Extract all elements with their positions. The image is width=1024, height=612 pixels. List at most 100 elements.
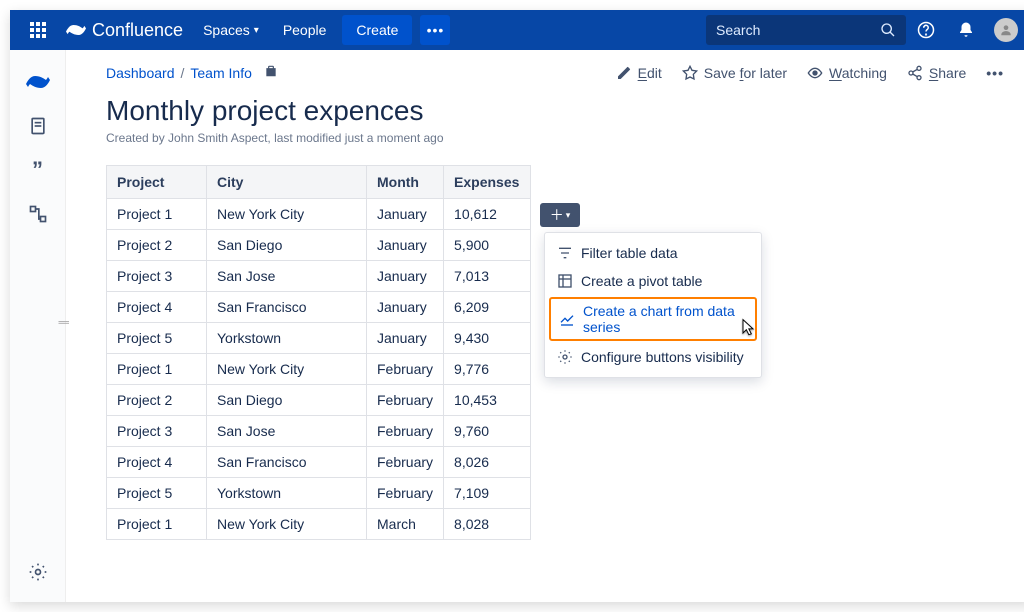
col-city: City	[207, 166, 367, 199]
confluence-logo[interactable]: Confluence	[66, 20, 183, 41]
expenses-table: Project City Month Expenses Project 1New…	[106, 165, 531, 540]
settings-gear-icon[interactable]	[18, 552, 58, 592]
cell-project: Project 4	[107, 292, 207, 323]
menu-create-pivot[interactable]: Create a pivot table	[545, 267, 761, 295]
space-logo-icon[interactable]	[18, 62, 58, 102]
page-byline: Created by John Smith Aspect, last modif…	[106, 131, 1004, 145]
cell-project: Project 5	[107, 478, 207, 509]
chart-icon	[559, 311, 575, 327]
cell-expenses: 5,900	[444, 230, 531, 261]
table-row: Project 3San JoseJanuary7,013	[107, 261, 531, 292]
save-for-later-button[interactable]: Save for later	[682, 65, 787, 81]
table-row: Project 4San FranciscoFebruary8,026	[107, 447, 531, 478]
gear-icon	[557, 349, 573, 365]
blog-icon[interactable]: ”	[18, 150, 58, 190]
help-icon[interactable]	[910, 14, 942, 46]
filter-icon	[557, 245, 573, 261]
cell-city: San Diego	[207, 230, 367, 261]
breadcrumb: Dashboard / Team Info	[106, 64, 278, 81]
cell-expenses: 6,209	[444, 292, 531, 323]
left-sidebar: ”	[10, 50, 66, 602]
menu-create-chart[interactable]: Create a chart from data series	[549, 297, 757, 341]
col-expenses: Expenses	[444, 166, 531, 199]
cell-month: March	[367, 509, 444, 540]
cell-month: January	[367, 230, 444, 261]
cell-expenses: 7,109	[444, 478, 531, 509]
table-row: Project 1New York CityFebruary9,776	[107, 354, 531, 385]
cell-project: Project 1	[107, 199, 207, 230]
table-row: Project 2San DiegoFebruary10,453	[107, 385, 531, 416]
cell-project: Project 2	[107, 385, 207, 416]
cell-month: February	[367, 478, 444, 509]
share-button[interactable]: Share	[907, 65, 966, 81]
cell-city: San Francisco	[207, 292, 367, 323]
top-navigation-bar: Confluence Spaces▾ People Create ••• Sea…	[10, 10, 1024, 50]
cell-project: Project 3	[107, 416, 207, 447]
cell-expenses: 9,430	[444, 323, 531, 354]
cell-city: San Francisco	[207, 447, 367, 478]
restrictions-icon[interactable]	[264, 64, 278, 81]
cell-month: January	[367, 261, 444, 292]
page-title: Monthly project expences	[106, 95, 1004, 127]
cell-month: February	[367, 354, 444, 385]
cell-month: January	[367, 199, 444, 230]
cell-city: Yorkstown	[207, 478, 367, 509]
app-switcher-icon[interactable]	[26, 18, 50, 42]
nav-spaces[interactable]: Spaces▾	[191, 10, 271, 50]
more-actions-button[interactable]: •••	[420, 15, 450, 45]
col-project: Project	[107, 166, 207, 199]
edit-button[interactable]: Edit	[616, 65, 662, 81]
page-actions-toolbar: Edit Save for later Watching Share •••	[616, 65, 1004, 81]
cell-project: Project 5	[107, 323, 207, 354]
pivot-table-icon	[557, 273, 573, 289]
cell-project: Project 4	[107, 447, 207, 478]
cell-month: February	[367, 447, 444, 478]
menu-filter-table[interactable]: Filter table data	[545, 239, 761, 267]
cell-expenses: 7,013	[444, 261, 531, 292]
create-button[interactable]: Create	[342, 15, 412, 45]
notifications-icon[interactable]	[950, 14, 982, 46]
chevron-down-icon: ▾	[254, 25, 259, 36]
profile-avatar[interactable]	[990, 14, 1022, 46]
cell-project: Project 1	[107, 354, 207, 385]
cell-city: New York City	[207, 354, 367, 385]
tree-icon[interactable]	[18, 194, 58, 234]
table-row: Project 2San DiegoJanuary5,900	[107, 230, 531, 261]
cell-month: January	[367, 292, 444, 323]
cell-city: New York City	[207, 199, 367, 230]
table-add-menu-trigger[interactable]: ＋▾	[540, 203, 580, 227]
nav-people[interactable]: People	[271, 10, 339, 50]
cell-project: Project 1	[107, 509, 207, 540]
table-row: Project 1New York CityJanuary10,612	[107, 199, 531, 230]
menu-configure-buttons[interactable]: Configure buttons visibility	[545, 343, 761, 371]
breadcrumb-team-info[interactable]: Team Info	[190, 65, 251, 81]
table-row: Project 4San FranciscoJanuary6,209	[107, 292, 531, 323]
cell-city: Yorkstown	[207, 323, 367, 354]
table-add-dropdown-menu: Filter table data Create a pivot table C…	[544, 232, 762, 378]
page-more-actions[interactable]: •••	[986, 65, 1004, 81]
product-name: Confluence	[92, 20, 183, 41]
chevron-down-icon: ▾	[566, 210, 571, 221]
cell-city: San Diego	[207, 385, 367, 416]
cell-expenses: 8,028	[444, 509, 531, 540]
pages-icon[interactable]	[18, 106, 58, 146]
search-placeholder: Search	[716, 22, 880, 38]
table-row: Project 5YorkstownJanuary9,430	[107, 323, 531, 354]
table-row: Project 3San JoseFebruary9,760	[107, 416, 531, 447]
search-input[interactable]: Search	[706, 15, 906, 45]
table-row: Project 1New York CityMarch8,028	[107, 509, 531, 540]
cell-city: San Jose	[207, 416, 367, 447]
cell-expenses: 8,026	[444, 447, 531, 478]
search-icon	[880, 22, 896, 38]
watching-button[interactable]: Watching	[807, 65, 887, 81]
cell-city: San Jose	[207, 261, 367, 292]
cell-expenses: 9,760	[444, 416, 531, 447]
cell-project: Project 3	[107, 261, 207, 292]
plus-icon: ＋	[550, 205, 564, 225]
cell-expenses: 10,453	[444, 385, 531, 416]
col-month: Month	[367, 166, 444, 199]
cell-month: January	[367, 323, 444, 354]
cell-expenses: 10,612	[444, 199, 531, 230]
cell-expenses: 9,776	[444, 354, 531, 385]
breadcrumb-dashboard[interactable]: Dashboard	[106, 65, 175, 81]
